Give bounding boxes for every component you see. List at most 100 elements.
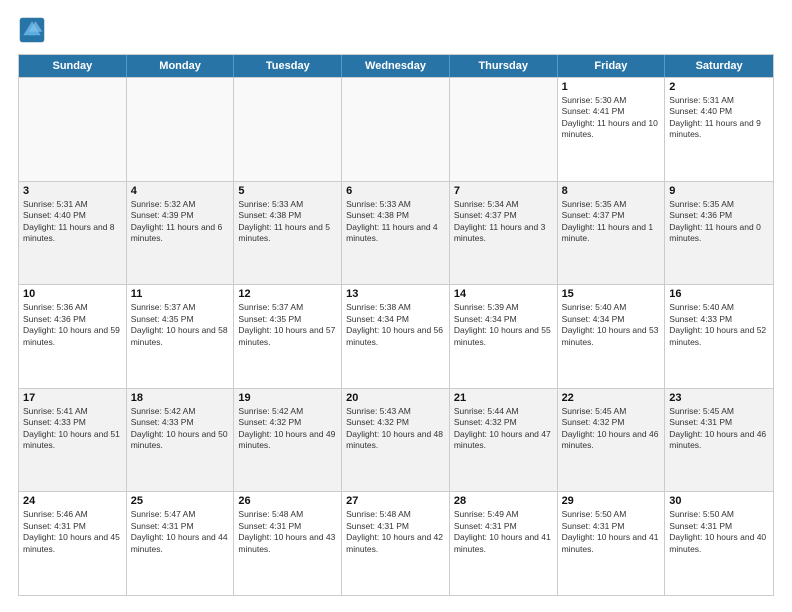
header-day-sunday: Sunday bbox=[19, 55, 127, 77]
calendar-cell bbox=[19, 78, 127, 181]
day-number: 24 bbox=[23, 495, 122, 507]
calendar-cell bbox=[127, 78, 235, 181]
cell-info: Sunrise: 5:40 AM Sunset: 4:34 PM Dayligh… bbox=[562, 302, 661, 348]
calendar-cell: 12 Sunrise: 5:37 AM Sunset: 4:35 PM Dayli… bbox=[234, 285, 342, 388]
calendar-cell: 6 Sunrise: 5:33 AM Sunset: 4:38 PM Daylig… bbox=[342, 182, 450, 285]
day-number: 18 bbox=[131, 392, 230, 404]
header-day-thursday: Thursday bbox=[450, 55, 558, 77]
day-number: 2 bbox=[669, 81, 769, 93]
day-number: 1 bbox=[562, 81, 661, 93]
cell-info: Sunrise: 5:48 AM Sunset: 4:31 PM Dayligh… bbox=[238, 509, 337, 555]
day-number: 10 bbox=[23, 288, 122, 300]
calendar-row-4: 24 Sunrise: 5:46 AM Sunset: 4:31 PM Dayli… bbox=[19, 491, 773, 595]
calendar-cell: 29 Sunrise: 5:50 AM Sunset: 4:31 PM Dayli… bbox=[558, 492, 666, 595]
cell-info: Sunrise: 5:38 AM Sunset: 4:34 PM Dayligh… bbox=[346, 302, 445, 348]
day-number: 19 bbox=[238, 392, 337, 404]
calendar-cell: 14 Sunrise: 5:39 AM Sunset: 4:34 PM Dayli… bbox=[450, 285, 558, 388]
calendar-cell: 13 Sunrise: 5:38 AM Sunset: 4:34 PM Dayli… bbox=[342, 285, 450, 388]
calendar-cell: 2Sunrise: 5:31 AM Sunset: 4:40 PM Daylig… bbox=[665, 78, 773, 181]
cell-info: Sunrise: 5:33 AM Sunset: 4:38 PM Dayligh… bbox=[238, 199, 337, 245]
day-number: 28 bbox=[454, 495, 553, 507]
cell-info: Sunrise: 5:35 AM Sunset: 4:37 PM Dayligh… bbox=[562, 199, 661, 245]
day-number: 11 bbox=[131, 288, 230, 300]
calendar: SundayMondayTuesdayWednesdayThursdayFrid… bbox=[18, 54, 774, 596]
cell-info: Sunrise: 5:31 AM Sunset: 4:40 PM Dayligh… bbox=[23, 199, 122, 245]
day-number: 3 bbox=[23, 185, 122, 197]
calendar-cell: 19 Sunrise: 5:42 AM Sunset: 4:32 PM Dayli… bbox=[234, 389, 342, 492]
day-number: 26 bbox=[238, 495, 337, 507]
cell-info: Sunrise: 5:39 AM Sunset: 4:34 PM Dayligh… bbox=[454, 302, 553, 348]
calendar-row-0: 1 Sunrise: 5:30 AM Sunset: 4:41 PM Daylig… bbox=[19, 77, 773, 181]
day-number: 29 bbox=[562, 495, 661, 507]
calendar-cell: 25 Sunrise: 5:47 AM Sunset: 4:31 PM Dayli… bbox=[127, 492, 235, 595]
day-number: 5 bbox=[238, 185, 337, 197]
calendar-cell: 30Sunrise: 5:50 AM Sunset: 4:31 PM Dayli… bbox=[665, 492, 773, 595]
header-day-monday: Monday bbox=[127, 55, 235, 77]
header bbox=[18, 16, 774, 44]
calendar-cell: 27 Sunrise: 5:48 AM Sunset: 4:31 PM Dayli… bbox=[342, 492, 450, 595]
calendar-cell: 10 Sunrise: 5:36 AM Sunset: 4:36 PM Dayli… bbox=[19, 285, 127, 388]
day-number: 15 bbox=[562, 288, 661, 300]
calendar-cell: 7 Sunrise: 5:34 AM Sunset: 4:37 PM Daylig… bbox=[450, 182, 558, 285]
cell-info: Sunrise: 5:37 AM Sunset: 4:35 PM Dayligh… bbox=[238, 302, 337, 348]
cell-info: Sunrise: 5:50 AM Sunset: 4:31 PM Dayligh… bbox=[562, 509, 661, 555]
day-number: 14 bbox=[454, 288, 553, 300]
calendar-cell bbox=[234, 78, 342, 181]
calendar-row-2: 10 Sunrise: 5:36 AM Sunset: 4:36 PM Dayli… bbox=[19, 284, 773, 388]
day-number: 20 bbox=[346, 392, 445, 404]
calendar-cell: 24 Sunrise: 5:46 AM Sunset: 4:31 PM Dayli… bbox=[19, 492, 127, 595]
cell-info: Sunrise: 5:30 AM Sunset: 4:41 PM Dayligh… bbox=[562, 95, 661, 141]
cell-info: Sunrise: 5:43 AM Sunset: 4:32 PM Dayligh… bbox=[346, 406, 445, 452]
calendar-row-1: 3 Sunrise: 5:31 AM Sunset: 4:40 PM Daylig… bbox=[19, 181, 773, 285]
calendar-cell: 18 Sunrise: 5:42 AM Sunset: 4:33 PM Dayli… bbox=[127, 389, 235, 492]
day-number: 27 bbox=[346, 495, 445, 507]
day-number: 30 bbox=[669, 495, 769, 507]
page: SundayMondayTuesdayWednesdayThursdayFrid… bbox=[0, 0, 792, 612]
calendar-cell: 20 Sunrise: 5:43 AM Sunset: 4:32 PM Dayli… bbox=[342, 389, 450, 492]
cell-info: Sunrise: 5:40 AM Sunset: 4:33 PM Dayligh… bbox=[669, 302, 769, 348]
header-day-friday: Friday bbox=[558, 55, 666, 77]
calendar-cell: 8 Sunrise: 5:35 AM Sunset: 4:37 PM Daylig… bbox=[558, 182, 666, 285]
calendar-cell: 21Sunrise: 5:44 AM Sunset: 4:32 PM Dayli… bbox=[450, 389, 558, 492]
header-day-saturday: Saturday bbox=[665, 55, 773, 77]
calendar-cell: 4Sunrise: 5:32 AM Sunset: 4:39 PM Daylig… bbox=[127, 182, 235, 285]
calendar-body: 1 Sunrise: 5:30 AM Sunset: 4:41 PM Daylig… bbox=[19, 77, 773, 595]
cell-info: Sunrise: 5:46 AM Sunset: 4:31 PM Dayligh… bbox=[23, 509, 122, 555]
day-number: 12 bbox=[238, 288, 337, 300]
day-number: 13 bbox=[346, 288, 445, 300]
cell-info: Sunrise: 5:42 AM Sunset: 4:32 PM Dayligh… bbox=[238, 406, 337, 452]
day-number: 23 bbox=[669, 392, 769, 404]
calendar-cell: 5 Sunrise: 5:33 AM Sunset: 4:38 PM Daylig… bbox=[234, 182, 342, 285]
calendar-cell bbox=[450, 78, 558, 181]
cell-info: Sunrise: 5:33 AM Sunset: 4:38 PM Dayligh… bbox=[346, 199, 445, 245]
day-number: 7 bbox=[454, 185, 553, 197]
day-number: 8 bbox=[562, 185, 661, 197]
day-number: 21 bbox=[454, 392, 553, 404]
day-number: 6 bbox=[346, 185, 445, 197]
calendar-cell: 3 Sunrise: 5:31 AM Sunset: 4:40 PM Daylig… bbox=[19, 182, 127, 285]
calendar-cell: 26 Sunrise: 5:48 AM Sunset: 4:31 PM Dayli… bbox=[234, 492, 342, 595]
day-number: 9 bbox=[669, 185, 769, 197]
cell-info: Sunrise: 5:48 AM Sunset: 4:31 PM Dayligh… bbox=[346, 509, 445, 555]
day-number: 17 bbox=[23, 392, 122, 404]
cell-info: Sunrise: 5:45 AM Sunset: 4:31 PM Dayligh… bbox=[669, 406, 769, 452]
calendar-row-3: 17 Sunrise: 5:41 AM Sunset: 4:33 PM Dayli… bbox=[19, 388, 773, 492]
cell-info: Sunrise: 5:49 AM Sunset: 4:31 PM Dayligh… bbox=[454, 509, 553, 555]
cell-info: Sunrise: 5:45 AM Sunset: 4:32 PM Dayligh… bbox=[562, 406, 661, 452]
logo-icon bbox=[18, 16, 46, 44]
calendar-cell: 23 Sunrise: 5:45 AM Sunset: 4:31 PM Dayli… bbox=[665, 389, 773, 492]
calendar-cell bbox=[342, 78, 450, 181]
calendar-cell: 28 Sunrise: 5:49 AM Sunset: 4:31 PM Dayli… bbox=[450, 492, 558, 595]
cell-info: Sunrise: 5:41 AM Sunset: 4:33 PM Dayligh… bbox=[23, 406, 122, 452]
cell-info: Sunrise: 5:36 AM Sunset: 4:36 PM Dayligh… bbox=[23, 302, 122, 348]
calendar-cell: 15 Sunrise: 5:40 AM Sunset: 4:34 PM Dayli… bbox=[558, 285, 666, 388]
logo bbox=[18, 16, 50, 44]
day-number: 25 bbox=[131, 495, 230, 507]
calendar-cell: 1 Sunrise: 5:30 AM Sunset: 4:41 PM Daylig… bbox=[558, 78, 666, 181]
day-number: 4 bbox=[131, 185, 230, 197]
cell-info: Sunrise: 5:42 AM Sunset: 4:33 PM Dayligh… bbox=[131, 406, 230, 452]
cell-info: Sunrise: 5:47 AM Sunset: 4:31 PM Dayligh… bbox=[131, 509, 230, 555]
cell-info: Sunrise: 5:37 AM Sunset: 4:35 PM Dayligh… bbox=[131, 302, 230, 348]
calendar-cell: 16Sunrise: 5:40 AM Sunset: 4:33 PM Dayli… bbox=[665, 285, 773, 388]
cell-info: Sunrise: 5:34 AM Sunset: 4:37 PM Dayligh… bbox=[454, 199, 553, 245]
